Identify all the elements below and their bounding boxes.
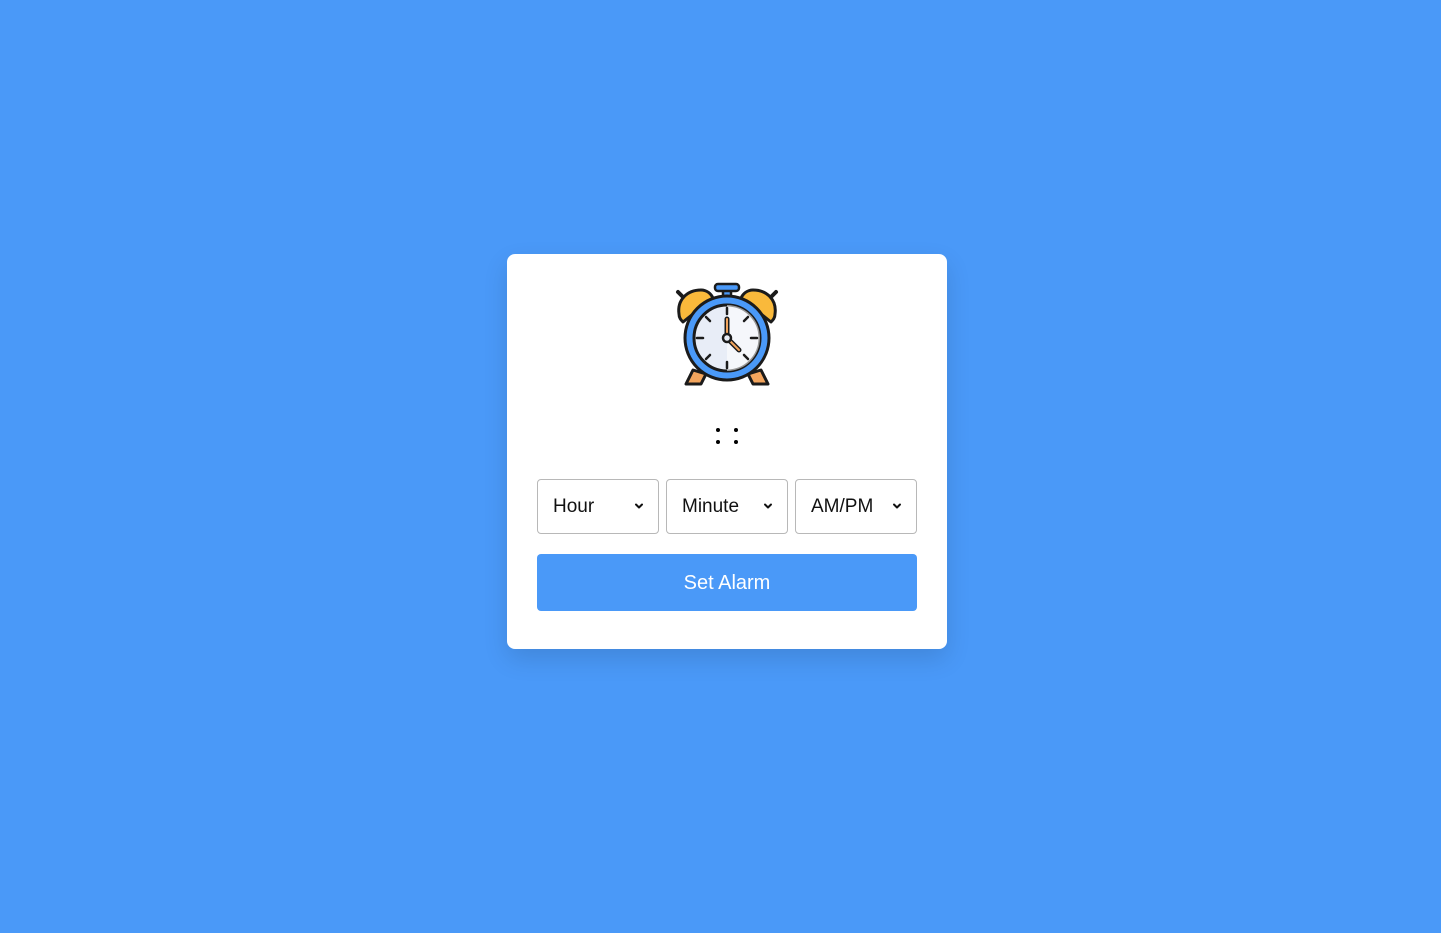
set-alarm-button[interactable]: Set Alarm <box>537 554 917 611</box>
chevron-down-icon <box>893 503 901 509</box>
chevron-down-icon <box>764 503 772 509</box>
alarm-card: Hour Minute AM/PM Set Alarm <box>507 254 947 649</box>
time-display <box>507 416 947 452</box>
hour-select[interactable]: Hour <box>537 479 659 534</box>
minute-select-value: Minute <box>682 496 740 517</box>
colon-separator <box>709 423 727 449</box>
ampm-select[interactable]: AM/PM <box>795 479 917 534</box>
chevron-down-icon <box>635 503 643 509</box>
minute-select[interactable]: Minute <box>666 479 788 534</box>
alarm-selectors: Hour Minute AM/PM <box>537 479 917 534</box>
colon-separator <box>727 423 745 449</box>
ampm-select-value: AM/PM <box>811 496 874 517</box>
hour-select-value: Hour <box>553 496 595 517</box>
alarm-clock-icon <box>673 282 781 390</box>
